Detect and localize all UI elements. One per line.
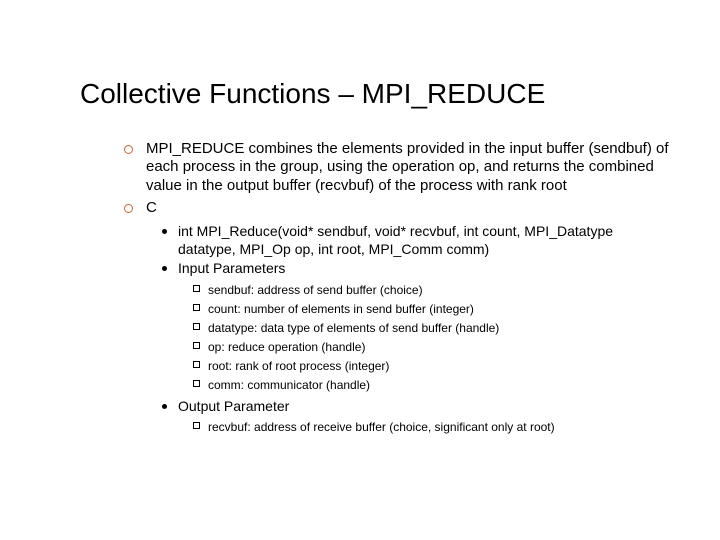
bullet-text: Output Parameter bbox=[178, 398, 670, 416]
bullet-description: MPI_REDUCE combines the elements provide… bbox=[118, 140, 670, 195]
bullet-list-level1: MPI_REDUCE combines the elements provide… bbox=[118, 140, 670, 436]
bullet-text: Input Parameters bbox=[178, 260, 670, 278]
param-text: op: reduce operation (handle) bbox=[208, 340, 365, 354]
bullet-list-level3: recvbuf: address of receive buffer (choi… bbox=[188, 418, 670, 436]
bullet-input-params: Input Parameters sendbuf: address of sen… bbox=[156, 260, 670, 394]
param-op: op: reduce operation (handle) bbox=[188, 338, 670, 356]
param-text: sendbuf: address of send buffer (choice) bbox=[208, 283, 423, 297]
param-datatype: datatype: data type of elements of send … bbox=[188, 319, 670, 337]
param-comm: comm: communicator (handle) bbox=[188, 376, 670, 394]
param-text: comm: communicator (handle) bbox=[208, 378, 370, 392]
bullet-signature: int MPI_Reduce(void* sendbuf, void* recv… bbox=[156, 223, 670, 258]
param-text: recvbuf: address of receive buffer (choi… bbox=[208, 420, 555, 434]
param-sendbuf: sendbuf: address of send buffer (choice) bbox=[188, 281, 670, 299]
bullet-output-param: Output Parameter recvbuf: address of rec… bbox=[156, 398, 670, 437]
slide-title: Collective Functions – MPI_REDUCE bbox=[80, 78, 680, 110]
param-recvbuf: recvbuf: address of receive buffer (choi… bbox=[188, 418, 670, 436]
bullet-list-level2: int MPI_Reduce(void* sendbuf, void* recv… bbox=[156, 223, 670, 436]
param-root: root: rank of root process (integer) bbox=[188, 357, 670, 375]
slide: Collective Functions – MPI_REDUCE MPI_RE… bbox=[0, 0, 720, 540]
param-text: count: number of elements in send buffer… bbox=[208, 302, 474, 316]
param-text: root: rank of root process (integer) bbox=[208, 359, 389, 373]
bullet-list-level3: sendbuf: address of send buffer (choice)… bbox=[188, 281, 670, 394]
bullet-text: MPI_REDUCE combines the elements provide… bbox=[146, 140, 670, 195]
param-count: count: number of elements in send buffer… bbox=[188, 300, 670, 318]
bullet-text: int MPI_Reduce(void* sendbuf, void* recv… bbox=[178, 223, 670, 258]
slide-body: MPI_REDUCE combines the elements provide… bbox=[118, 140, 670, 436]
param-text: datatype: data type of elements of send … bbox=[208, 321, 499, 335]
bullet-language: C int MPI_Reduce(void* sendbuf, void* re… bbox=[118, 199, 670, 436]
bullet-text: C bbox=[146, 199, 670, 217]
